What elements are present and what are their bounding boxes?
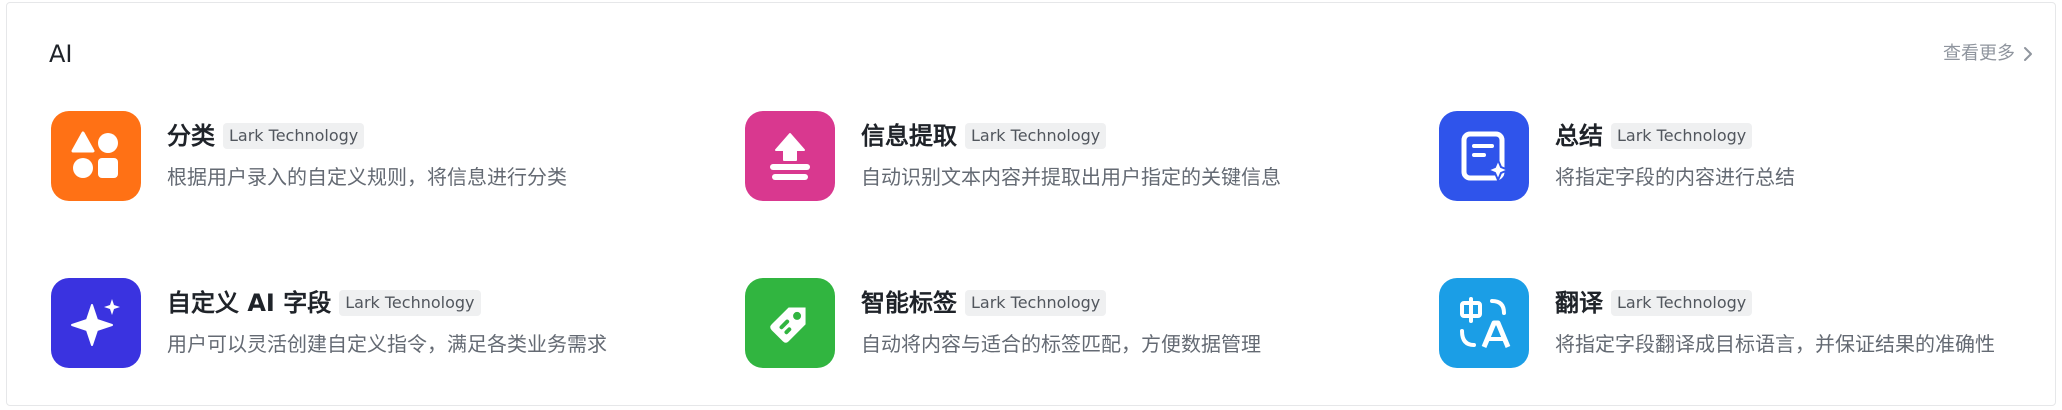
app-card-custom-ai-field[interactable]: 自定义 AI 字段 Lark Technology 用户可以灵活创建自定义指令，… (51, 278, 691, 378)
extract-icon (745, 111, 835, 201)
card-name: 分类 (167, 122, 215, 150)
card-name: 信息提取 (861, 122, 957, 150)
publisher-badge: Lark Technology (965, 123, 1107, 149)
card-description: 自动识别文本内容并提取出用户指定的关键信息 (861, 165, 1281, 189)
shapes-icon (51, 111, 141, 201)
tag-icon (745, 278, 835, 368)
see-more-link[interactable]: 查看更多 (1943, 41, 2035, 67)
card-description: 将指定字段的内容进行总结 (1555, 165, 1795, 189)
app-card-smart-tag[interactable]: 智能标签 Lark Technology 自动将内容与适合的标签匹配，方便数据管… (745, 278, 1385, 378)
sparkle-icon (51, 278, 141, 368)
publisher-badge: Lark Technology (1611, 123, 1753, 149)
card-name: 智能标签 (861, 289, 957, 317)
publisher-badge: Lark Technology (1611, 290, 1753, 316)
card-name: 自定义 AI 字段 (167, 289, 332, 317)
see-more-label: 查看更多 (1943, 43, 2015, 64)
ai-section-panel: AI 查看更多 分类 Lark Technology 根据用户录入的自定义规则，… (6, 2, 2056, 406)
section-title: AI (49, 40, 73, 68)
app-card-info-extract[interactable]: 信息提取 Lark Technology 自动识别文本内容并提取出用户指定的关键… (745, 111, 1385, 211)
chevron-right-icon (2024, 47, 2032, 61)
app-card-translate[interactable]: 翻译 Lark Technology 将指定字段翻译成目标语言，并保证结果的准确… (1439, 278, 2062, 378)
card-description: 用户可以灵活创建自定义指令，满足各类业务需求 (167, 332, 607, 356)
app-card-classify[interactable]: 分类 Lark Technology 根据用户录入的自定义规则，将信息进行分类 (51, 111, 691, 211)
publisher-badge: Lark Technology (339, 290, 481, 316)
card-name: 翻译 (1555, 289, 1603, 317)
card-description: 将指定字段翻译成目标语言，并保证结果的准确性 (1555, 332, 1995, 356)
translate-icon (1439, 278, 1529, 368)
card-description: 根据用户录入的自定义规则，将信息进行分类 (167, 165, 567, 189)
card-name: 总结 (1555, 122, 1603, 150)
publisher-badge: Lark Technology (965, 290, 1107, 316)
publisher-badge: Lark Technology (223, 123, 365, 149)
card-description: 自动将内容与适合的标签匹配，方便数据管理 (861, 332, 1261, 356)
app-card-summary[interactable]: 总结 Lark Technology 将指定字段的内容进行总结 (1439, 111, 2062, 211)
summary-icon (1439, 111, 1529, 201)
